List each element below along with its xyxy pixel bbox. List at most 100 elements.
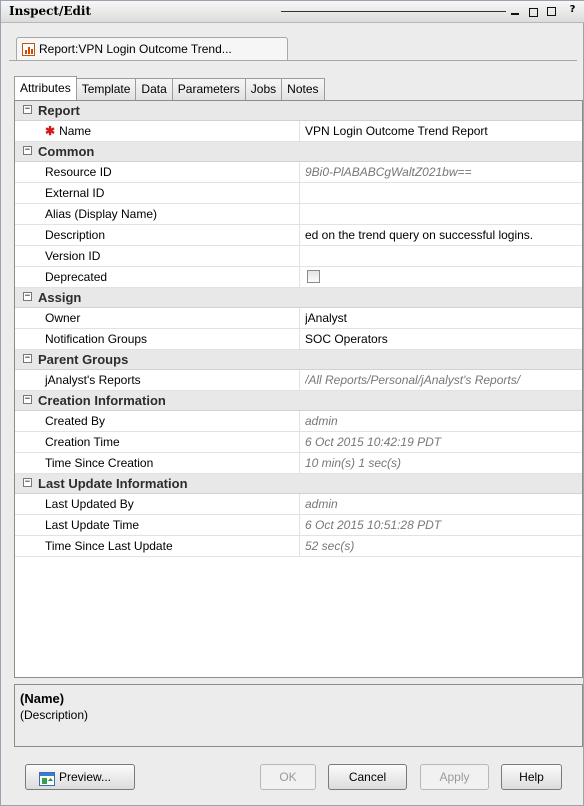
category-common[interactable]: − Common bbox=[15, 142, 582, 162]
required-asterisk-icon: ✱ bbox=[45, 124, 56, 138]
category-title: Common bbox=[38, 144, 95, 159]
property-row-alias[interactable]: Alias (Display Name) bbox=[15, 204, 582, 225]
collapse-minus-icon[interactable]: − bbox=[23, 395, 32, 404]
category-title: Parent Groups bbox=[38, 352, 129, 367]
title-bar-line bbox=[281, 11, 506, 12]
tab-parameters[interactable]: Parameters bbox=[172, 78, 246, 101]
help-button[interactable]: Help bbox=[501, 764, 562, 790]
property-key: Last Update Time bbox=[45, 518, 140, 532]
last-update-time-value: 6 Oct 2015 10:51:28 PDT bbox=[305, 518, 442, 532]
property-key: Resource ID bbox=[45, 165, 112, 179]
property-key: Description bbox=[45, 228, 106, 242]
category-parent-groups[interactable]: − Parent Groups bbox=[15, 350, 582, 370]
property-key: Deprecated bbox=[45, 270, 108, 284]
property-row-owner[interactable]: Owner jAnalyst bbox=[15, 308, 582, 329]
property-key: Time Since Last Update bbox=[45, 539, 173, 553]
column-divider bbox=[299, 432, 300, 452]
collapse-minus-icon[interactable]: − bbox=[23, 105, 32, 114]
column-divider bbox=[299, 225, 300, 245]
tab-jobs[interactable]: Jobs bbox=[245, 78, 283, 101]
deprecated-checkbox[interactable] bbox=[307, 270, 320, 283]
column-divider bbox=[299, 162, 300, 182]
column-divider bbox=[299, 308, 300, 328]
property-description-pane: (Name) (Description) bbox=[14, 684, 583, 747]
apply-button[interactable]: Apply bbox=[420, 764, 489, 790]
window-title: Inspect/Edit bbox=[9, 4, 91, 18]
tab-notes[interactable]: Notes bbox=[282, 78, 325, 101]
description-pane-title: (Name) bbox=[20, 691, 65, 706]
column-divider bbox=[299, 121, 300, 141]
property-row-created-by[interactable]: Created By admin bbox=[15, 411, 582, 432]
property-key: Created By bbox=[45, 414, 106, 428]
description-value[interactable]: ed on the trend query on successful logi… bbox=[305, 228, 580, 242]
category-assign[interactable]: − Assign bbox=[15, 288, 582, 308]
property-row-notification-groups[interactable]: Notification Groups SOC Operators bbox=[15, 329, 582, 350]
preview-button-label: Preview... bbox=[59, 770, 112, 784]
column-divider bbox=[299, 515, 300, 535]
maximize-icon[interactable] bbox=[547, 7, 556, 16]
minimize-icon[interactable] bbox=[511, 7, 519, 15]
column-divider bbox=[299, 453, 300, 473]
category-report[interactable]: − Report bbox=[15, 101, 582, 121]
property-row-version-id[interactable]: Version ID bbox=[15, 246, 582, 267]
property-row-last-updated-by[interactable]: Last Updated By admin bbox=[15, 494, 582, 515]
document-tab[interactable]: Report:VPN Login Outcome Trend... bbox=[16, 37, 288, 61]
category-creation-information[interactable]: − Creation Information bbox=[15, 391, 582, 411]
category-last-update-information[interactable]: − Last Update Information bbox=[15, 474, 582, 494]
tab-attributes[interactable]: Attributes bbox=[14, 76, 77, 101]
help-icon[interactable]: ? bbox=[567, 4, 578, 15]
collapse-minus-icon[interactable]: − bbox=[23, 354, 32, 363]
property-row-resource-id[interactable]: Resource ID 9Bi0-PlABABCgWaltZ021bw== bbox=[15, 162, 582, 183]
column-divider bbox=[299, 183, 300, 203]
last-updated-by-value: admin bbox=[305, 497, 338, 511]
column-divider bbox=[299, 370, 300, 390]
column-divider bbox=[299, 536, 300, 556]
description-pane-text: (Description) bbox=[20, 708, 89, 722]
property-row-external-id[interactable]: External ID bbox=[15, 183, 582, 204]
property-key: Owner bbox=[45, 311, 81, 325]
property-row-description[interactable]: Description ed on the trend query on suc… bbox=[15, 225, 582, 246]
category-title: Creation Information bbox=[38, 393, 166, 408]
name-value[interactable]: VPN Login Outcome Trend Report bbox=[305, 124, 580, 138]
preview-icon bbox=[39, 770, 55, 786]
preview-button[interactable]: Preview... bbox=[25, 764, 135, 790]
collapse-minus-icon[interactable]: − bbox=[23, 478, 32, 487]
property-key: Alias (Display Name) bbox=[45, 207, 158, 221]
category-title: Last Update Information bbox=[38, 476, 188, 491]
property-key: Notification Groups bbox=[45, 332, 148, 346]
property-row-creation-time[interactable]: Creation Time 6 Oct 2015 10:42:19 PDT bbox=[15, 432, 582, 453]
ok-button[interactable]: OK bbox=[260, 764, 316, 790]
collapse-minus-icon[interactable]: − bbox=[23, 146, 32, 155]
property-row-deprecated[interactable]: Deprecated bbox=[15, 267, 582, 288]
title-bar: Inspect/Edit ? bbox=[1, 1, 584, 23]
property-row-time-since-last-update[interactable]: Time Since Last Update 52 sec(s) bbox=[15, 536, 582, 557]
property-key: External ID bbox=[45, 186, 105, 200]
time-since-creation-value: 10 min(s) 1 sec(s) bbox=[305, 456, 402, 470]
property-row-last-update-time[interactable]: Last Update Time 6 Oct 2015 10:51:28 PDT bbox=[15, 515, 582, 536]
column-divider bbox=[299, 246, 300, 266]
restore-icon[interactable] bbox=[529, 8, 538, 17]
column-divider bbox=[299, 267, 300, 287]
property-row-name[interactable]: ✱ Name VPN Login Outcome Trend Report bbox=[15, 121, 582, 142]
property-row-parent-group[interactable]: jAnalyst's Reports /All Reports/Personal… bbox=[15, 370, 582, 391]
parent-group-path: /All Reports/Personal/jAnalyst's Reports… bbox=[305, 373, 521, 387]
tab-data[interactable]: Data bbox=[136, 78, 173, 101]
created-by-value: admin bbox=[305, 414, 338, 428]
property-key: Creation Time bbox=[45, 435, 120, 449]
tab-template[interactable]: Template bbox=[76, 78, 137, 101]
column-divider bbox=[299, 494, 300, 514]
document-tab-label: Report:VPN Login Outcome Trend... bbox=[39, 42, 232, 56]
resource-id-value: 9Bi0-PlABABCgWaltZ021bw== bbox=[305, 165, 472, 179]
cancel-button[interactable]: Cancel bbox=[328, 764, 407, 790]
property-key: Time Since Creation bbox=[45, 456, 154, 470]
column-divider bbox=[299, 204, 300, 224]
editor-tabs: Attributes Template Data Parameters Jobs… bbox=[14, 76, 325, 101]
property-key-label: Name bbox=[59, 124, 92, 138]
time-since-last-update-value: 52 sec(s) bbox=[305, 539, 355, 553]
attributes-property-grid: − Report ✱ Name VPN Login Outcome Trend R… bbox=[14, 100, 583, 678]
notification-groups-value[interactable]: SOC Operators bbox=[305, 332, 580, 346]
category-title: Assign bbox=[38, 290, 82, 305]
collapse-minus-icon[interactable]: − bbox=[23, 292, 32, 301]
property-row-time-since-creation[interactable]: Time Since Creation 10 min(s) 1 sec(s) bbox=[15, 453, 582, 474]
owner-value[interactable]: jAnalyst bbox=[305, 311, 580, 325]
